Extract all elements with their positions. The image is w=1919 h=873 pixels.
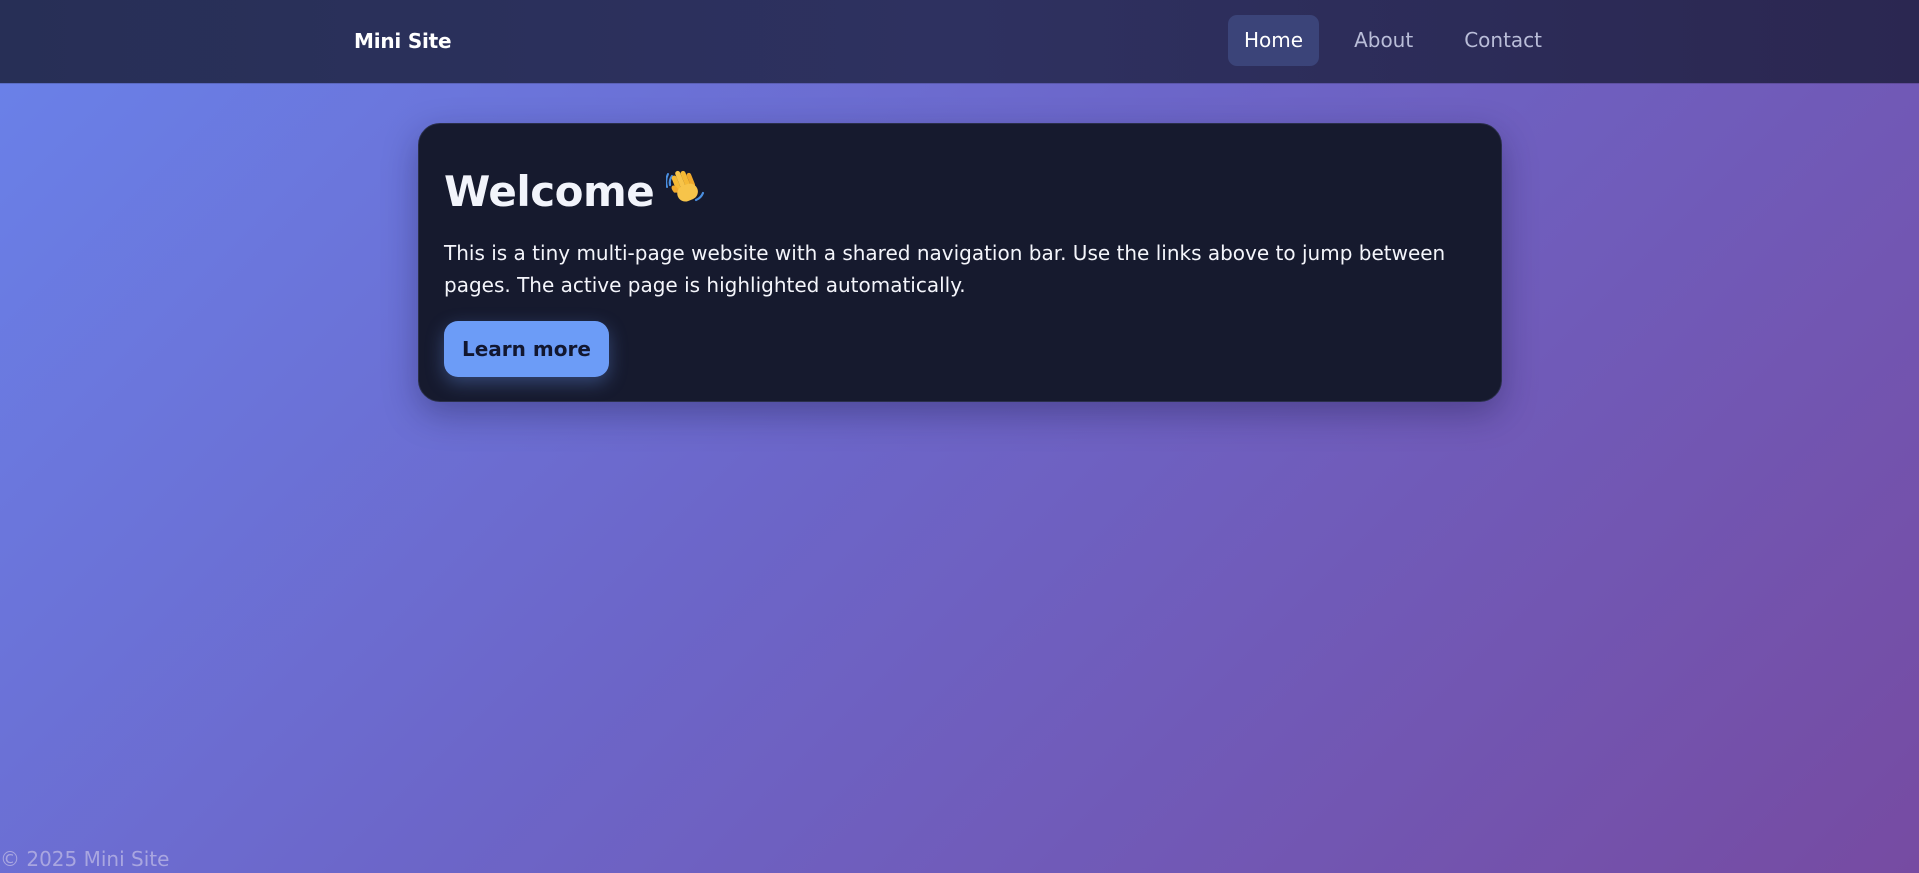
site-brand[interactable]: Mini Site [354,27,452,55]
nav-links: Home About Contact [1228,15,1577,66]
learn-more-button[interactable]: Learn more [444,321,609,377]
waving-hand-icon [665,166,706,210]
nav-link-home[interactable]: Home [1228,15,1320,66]
nav-link-contact[interactable]: Contact [1448,15,1558,66]
page-title-text: Welcome [444,167,655,216]
navbar: Mini Site Home About Contact [0,0,1919,83]
nav-link-about[interactable]: About [1338,15,1429,66]
welcome-card: Welcome This is a tiny multi-page websit… [418,123,1502,402]
welcome-description: This is a tiny multi-page website with a… [444,241,1446,297]
page-title: Welcome [444,162,706,222]
footer-copyright: © 2025 Mini Site [0,847,170,871]
